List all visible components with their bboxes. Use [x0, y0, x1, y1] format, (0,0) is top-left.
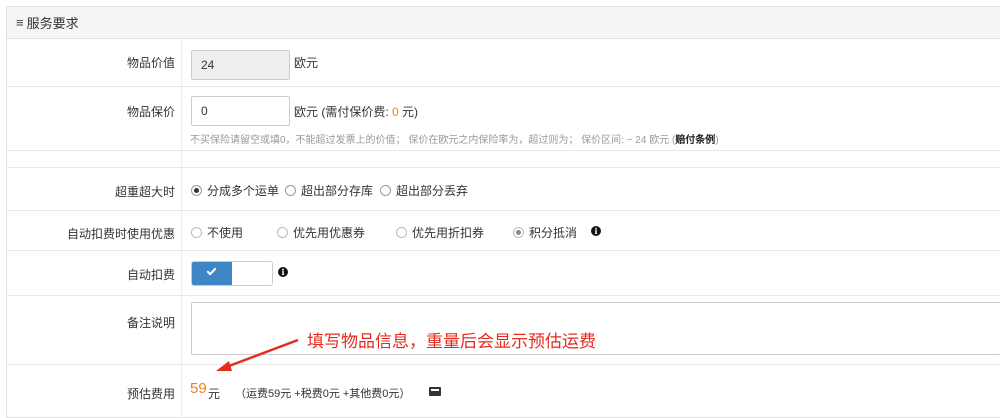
annotation-arrow	[216, 338, 299, 371]
